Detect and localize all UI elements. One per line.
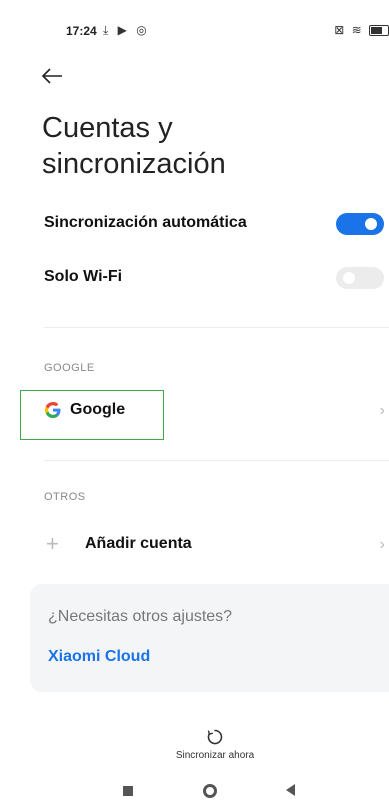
sim-wifi-icons: ⊠ ≋ bbox=[334, 23, 364, 37]
google-account-row[interactable]: Google › bbox=[40, 391, 389, 431]
recents-button[interactable] bbox=[123, 786, 133, 796]
divider bbox=[44, 327, 389, 328]
card-question: ¿Necesitas otros ajustes? bbox=[48, 608, 233, 625]
auto-sync-row[interactable]: Sincronización automática bbox=[44, 208, 389, 238]
google-account-label: Google bbox=[70, 401, 126, 418]
wifi-only-row[interactable]: Solo Wi-Fi bbox=[44, 262, 389, 292]
section-header-others: OTROS bbox=[44, 491, 86, 503]
auto-sync-toggle[interactable] bbox=[336, 213, 384, 235]
auto-sync-label: Sincronización automática bbox=[44, 214, 247, 231]
more-settings-card: ¿Necesitas otros ajustes? Xiaomi Cloud bbox=[30, 584, 389, 692]
page-title: Cuentas y sincronización bbox=[42, 112, 226, 180]
back-arrow-icon bbox=[41, 68, 62, 84]
plus-icon: + bbox=[46, 531, 59, 556]
google-logo-icon bbox=[45, 402, 61, 418]
wifi-only-toggle[interactable] bbox=[336, 267, 384, 289]
nav-back-button[interactable] bbox=[286, 784, 295, 796]
toggle-knob bbox=[343, 272, 355, 284]
divider bbox=[44, 460, 389, 461]
navigation-bar bbox=[0, 780, 389, 812]
back-button[interactable] bbox=[40, 66, 68, 88]
section-header-google: GOOGLE bbox=[44, 362, 95, 374]
status-time: 17:24 bbox=[66, 24, 97, 38]
chevron-right-icon: › bbox=[379, 402, 385, 419]
status-right-icons: ⊠ ≋ bbox=[334, 23, 389, 37]
wifi-only-label: Solo Wi-Fi bbox=[44, 268, 123, 285]
chevron-right-icon: › bbox=[379, 536, 385, 553]
home-button[interactable] bbox=[203, 784, 217, 798]
status-bar: 17:24 ⤓ ▶ ◎ ⊠ ≋ bbox=[0, 0, 389, 64]
sync-now-label: Sincronizar ahora bbox=[175, 750, 255, 761]
toggle-knob bbox=[365, 218, 377, 230]
sync-icon bbox=[207, 729, 223, 745]
add-account-row[interactable]: + Añadir cuenta › bbox=[40, 525, 389, 565]
status-left-icons: ⤓ ▶ ◎ bbox=[103, 23, 150, 37]
add-account-label: Añadir cuenta bbox=[85, 535, 192, 552]
sync-now-button[interactable]: Sincronizar ahora bbox=[160, 728, 270, 761]
battery-icon bbox=[369, 25, 389, 37]
xiaomi-cloud-link[interactable]: Xiaomi Cloud bbox=[48, 648, 150, 666]
